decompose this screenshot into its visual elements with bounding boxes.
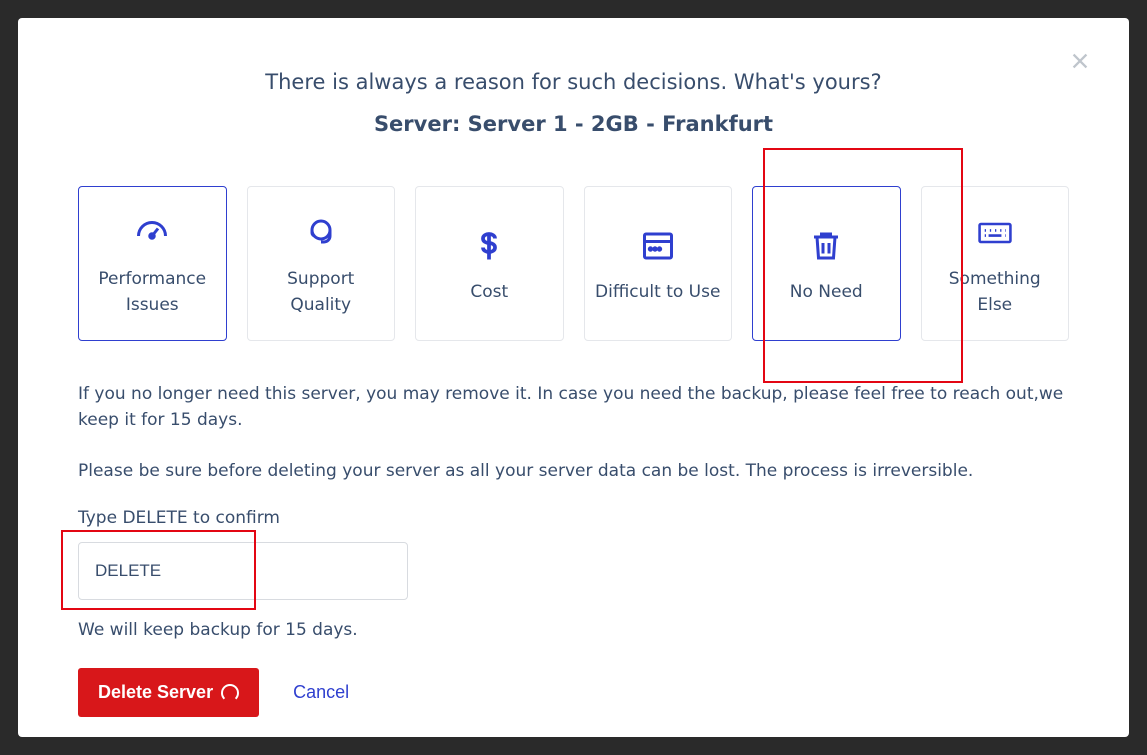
modal-actions: Delete Server Cancel <box>78 668 1069 717</box>
confirm-label: Type DELETE to confirm <box>78 508 1069 528</box>
reason-other[interactable]: Something Else <box>921 186 1070 341</box>
keyboard-icon <box>977 209 1013 257</box>
backup-note: We will keep backup for 15 days. <box>78 620 1069 640</box>
reason-label: Cost <box>470 280 508 306</box>
reason-cost[interactable]: Cost <box>415 186 564 341</box>
reason-label: No Need <box>790 280 863 306</box>
cancel-button[interactable]: Cancel <box>293 682 349 703</box>
reason-difficult[interactable]: Difficult to Use <box>584 186 733 341</box>
close-button[interactable] <box>1069 50 1091 76</box>
reason-label: Support Quality <box>256 267 387 318</box>
reason-performance[interactable]: Performance Issues <box>78 186 227 341</box>
modal-subtitle: Server: Server 1 - 2GB - Frankfurt <box>78 112 1069 136</box>
trash-icon <box>808 222 844 270</box>
modal-title: There is always a reason for such decisi… <box>78 70 1069 94</box>
confirm-input[interactable] <box>78 542 408 600</box>
delete-button-label: Delete Server <box>98 682 213 703</box>
reason-label: Difficult to Use <box>595 280 720 306</box>
reason-label: Performance Issues <box>87 267 218 318</box>
support-icon <box>303 209 339 257</box>
info-paragraph-1: If you no longer need this server, you m… <box>78 381 1069 434</box>
dollar-icon <box>471 222 507 270</box>
info-paragraph-2: Please be sure before deleting your serv… <box>78 458 1069 484</box>
window-icon <box>640 222 676 270</box>
close-icon <box>1069 48 1091 78</box>
reason-support[interactable]: Support Quality <box>247 186 396 341</box>
reason-cards: Performance Issues Support Quality Cost … <box>78 186 1069 341</box>
delete-server-button[interactable]: Delete Server <box>78 668 259 717</box>
reason-no-need[interactable]: No Need <box>752 186 901 341</box>
gauge-icon <box>134 209 170 257</box>
spinner-icon <box>221 684 239 702</box>
delete-server-modal: There is always a reason for such decisi… <box>18 18 1129 737</box>
reason-label: Something Else <box>930 267 1061 318</box>
